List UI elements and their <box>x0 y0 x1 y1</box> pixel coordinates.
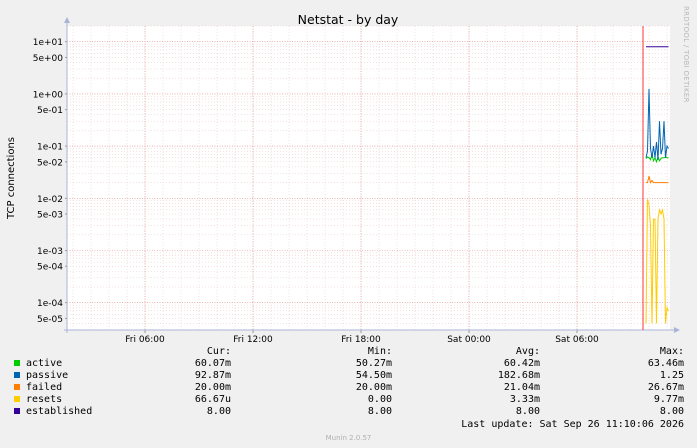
y-tick-label: 5e-01 <box>37 106 63 116</box>
legend-cur-value: 92.87m <box>194 370 231 381</box>
legend-row-resets: resets 66.67u 0.00 3.33m 9.77m <box>0 394 697 406</box>
legend-name: resets <box>26 394 63 405</box>
legend-swatch <box>14 396 20 402</box>
legend-swatch <box>14 360 20 366</box>
legend-swatch <box>14 384 20 390</box>
legend-max-value: 1.25 <box>659 370 684 381</box>
legend-max-value: 26.67m <box>647 382 684 393</box>
legend-min-value: 0.00 <box>367 394 392 405</box>
y-tick-label: 1e+00 <box>33 90 64 100</box>
y-tick-label: 5e-05 <box>37 315 63 325</box>
rrdtool-watermark: RRDTOOL / TOBI OETIKER <box>682 6 690 103</box>
legend-header-row: Cur: Min: Avg: Max: <box>0 346 697 358</box>
legend-cur-value: 20.00m <box>194 382 231 393</box>
legend-cur-value: 8.00 <box>206 406 231 417</box>
y-axis-arrow <box>64 17 70 23</box>
x-tick-label: Sat 00:00 <box>447 335 491 345</box>
legend-name: failed <box>26 382 63 393</box>
netstat-chart: 1e+01 5e+00 1e+00 5e-01 1e-01 5e-02 1e-02 5e-03… <box>6 12 680 345</box>
legend-min-value: 54.50m <box>355 370 392 381</box>
legend-avg-value: 60.42m <box>503 358 540 369</box>
legend-row-passive: passive 92.87m 54.50m 182.68m 1.25 <box>0 370 697 382</box>
x-axis-arrow <box>674 327 680 333</box>
legend-header-max: Max: <box>659 346 684 357</box>
legend-min-value: 8.00 <box>367 406 392 417</box>
legend-min-value: 20.00m <box>355 382 392 393</box>
legend-name: active <box>26 358 63 369</box>
y-tick-label: 5e-02 <box>37 158 63 168</box>
y-tick-label: 1e+01 <box>33 38 63 48</box>
x-tick-label: Fri 12:00 <box>233 335 273 345</box>
legend-swatch <box>14 372 20 378</box>
y-tick-label: 5e-03 <box>37 211 63 221</box>
legend-cur-value: 66.67u <box>194 394 231 405</box>
legend-avg-value: 8.00 <box>515 406 540 417</box>
y-tick-label: 1e-01 <box>37 143 63 153</box>
legend-name: established <box>26 406 93 417</box>
legend-header-cur: Cur: <box>206 346 231 357</box>
y-axis-label: TCP connections <box>6 137 17 220</box>
last-update: Last update: Sat Sep 26 11:10:06 2026 <box>461 419 684 430</box>
legend-row-failed: failed 20.00m 20.00m 21.04m 26.67m <box>0 382 697 394</box>
y-tick-label: 5e+00 <box>33 54 64 64</box>
x-tick-label: Fri 18:00 <box>341 335 381 345</box>
legend-row-established: established 8.00 8.00 8.00 8.00 <box>0 406 697 418</box>
legend-row-active: active 60.07m 50.27m 60.42m 63.46m <box>0 358 697 370</box>
legend-max-value: 63.46m <box>647 358 684 369</box>
y-tick-label: 5e-04 <box>37 263 63 273</box>
x-tick-label: Fri 06:00 <box>125 335 165 345</box>
y-tick-label: 1e-04 <box>37 299 63 309</box>
legend-min-value: 50.27m <box>355 358 392 369</box>
y-tick-label: 1e-03 <box>37 247 63 257</box>
legend-header-avg: Avg: <box>515 346 540 357</box>
chart-title: Netstat - by day <box>298 12 399 27</box>
y-tick-label: 1e-02 <box>37 195 63 205</box>
legend-avg-value: 21.04m <box>503 382 540 393</box>
legend-cur-value: 60.07m <box>194 358 231 369</box>
legend-avg-value: 3.33m <box>509 394 540 405</box>
x-tick-label: Sat 06:00 <box>555 335 599 345</box>
munin-version: Munin 2.0.57 <box>325 434 372 442</box>
legend-header-min: Min: <box>367 346 392 357</box>
legend-max-value: 9.77m <box>653 394 684 405</box>
legend-max-value: 8.00 <box>659 406 684 417</box>
legend-avg-value: 182.68m <box>497 370 540 381</box>
plot-background <box>67 26 670 330</box>
legend-name: passive <box>26 370 69 381</box>
legend-swatch <box>14 408 20 414</box>
